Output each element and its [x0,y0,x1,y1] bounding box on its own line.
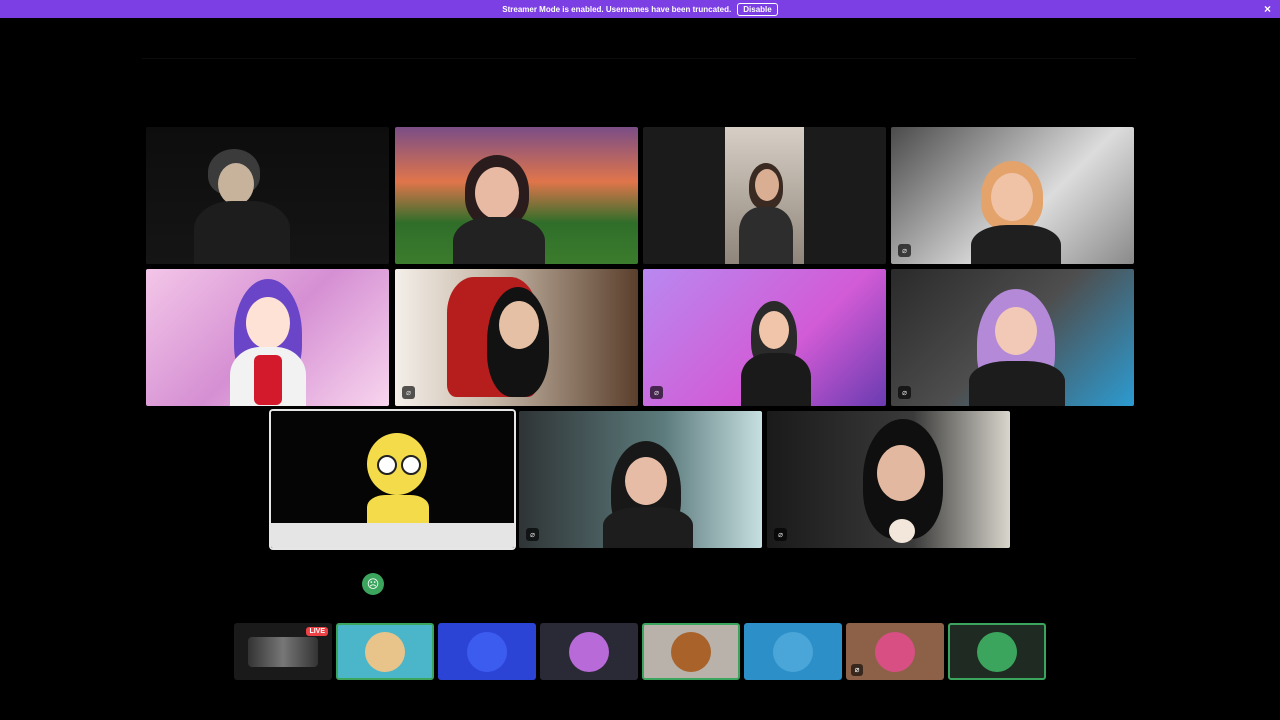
muted-icon: ⌀ [526,528,539,541]
reaction-emoji: ☹ [362,573,384,595]
participant-thumb[interactable]: LIVE [234,623,332,680]
muted-icon: ⌀ [898,244,911,257]
participant-thumb[interactable] [744,623,842,680]
video-tile[interactable]: ⌀ [395,269,638,406]
video-tile[interactable] [395,127,638,264]
video-tile[interactable] [146,269,389,406]
muted-icon: ⌀ [774,528,787,541]
participant-thumb[interactable] [336,623,434,680]
video-tile[interactable]: ⌀ [891,127,1134,264]
close-icon[interactable]: × [1264,2,1271,16]
video-tile[interactable] [146,127,389,264]
streamer-mode-banner: Streamer Mode is enabled. Usernames have… [0,0,1280,18]
video-tile[interactable]: ⌀ [891,269,1134,406]
participant-thumb[interactable] [948,623,1046,680]
participant-thumb[interactable] [438,623,536,680]
video-tile[interactable] [271,411,514,548]
video-tile[interactable] [643,127,886,264]
live-badge: LIVE [306,627,328,636]
video-tile[interactable]: ⌀ [767,411,1010,548]
participant-thumb[interactable]: ⌀ [846,623,944,680]
muted-icon: ⌀ [402,386,415,399]
participant-bar: LIVE ⌀ [234,623,1046,680]
muted-icon: ⌀ [898,386,911,399]
participant-thumb[interactable] [540,623,638,680]
video-tile[interactable]: ⌀ [643,269,886,406]
muted-icon: ⌀ [851,664,863,676]
streamer-mode-message: Streamer Mode is enabled. Usernames have… [502,4,732,14]
disable-streamer-mode-button[interactable]: Disable [737,2,778,16]
video-tile[interactable]: ⌀ [519,411,762,548]
participant-thumb[interactable] [642,623,740,680]
muted-icon: ⌀ [650,386,663,399]
